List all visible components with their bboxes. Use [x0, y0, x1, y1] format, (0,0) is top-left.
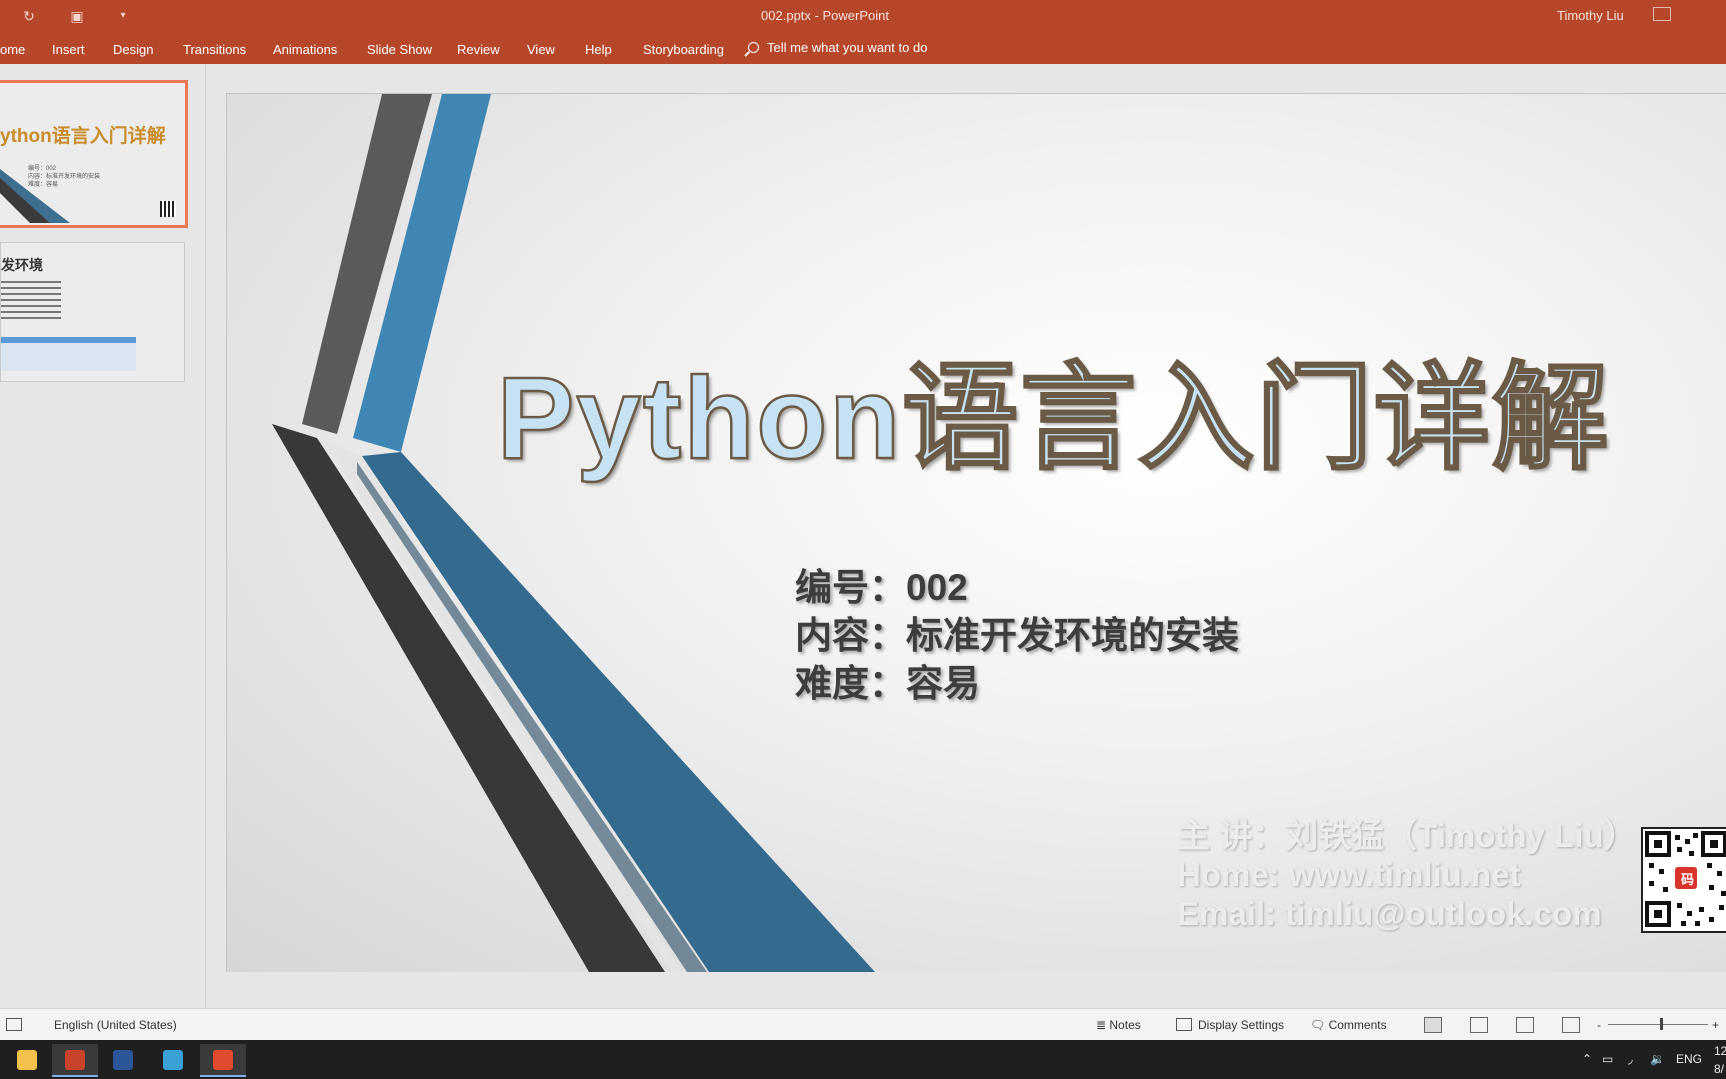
- slide-thumbnails-pane: ython语言入门详解 编号：002 内容：标准开发环境的安装 难度：容易 发环…: [0, 64, 206, 1008]
- volume-icon[interactable]: 🔉: [1650, 1052, 1665, 1066]
- display-settings-button[interactable]: Display Settings: [1176, 1018, 1284, 1032]
- wifi-icon[interactable]: ◞: [1628, 1052, 1633, 1066]
- zoom-in-button[interactable]: +: [1712, 1018, 1719, 1032]
- camtasia-icon: [213, 1050, 233, 1070]
- language-indicator[interactable]: English (United States): [54, 1018, 177, 1032]
- document-title: 002.pptx - PowerPoint: [761, 8, 889, 23]
- notes-label: Notes: [1109, 1018, 1141, 1032]
- buildings-icon: [163, 1050, 183, 1070]
- tab-insert[interactable]: Insert: [52, 42, 85, 57]
- comments-button[interactable]: 🗨 Comments: [1310, 1018, 1387, 1032]
- tab-help[interactable]: Help: [585, 42, 612, 57]
- credit-lecturer: 主 讲：刘铁猛（Timothy Liu）: [1177, 817, 1637, 854]
- taskbar-word[interactable]: [100, 1044, 146, 1077]
- slide-info-block[interactable]: 编号：002 内容：标准开发环境的安装 难度：容易: [795, 564, 1239, 708]
- slide-title[interactable]: Python语言入门详解: [496, 324, 1610, 492]
- thumb1-title: ython语言入门详解: [0, 126, 166, 147]
- tab-storyboarding[interactable]: Storyboarding: [643, 42, 724, 57]
- tell-me-search[interactable]: Tell me what you want to do: [748, 40, 927, 55]
- ribbon-tabs: ome Insert Design Transitions Animations…: [0, 32, 1726, 64]
- slide-sorter-view-icon[interactable]: [1470, 1017, 1488, 1033]
- notes-button[interactable]: ≣ Notes: [1096, 1018, 1141, 1032]
- comment-icon: 🗨: [1310, 1018, 1329, 1032]
- accessibility-icon[interactable]: [6, 1018, 28, 1032]
- tab-review[interactable]: Review: [457, 42, 500, 57]
- slide-show-view-icon[interactable]: [1562, 1017, 1580, 1033]
- clock-time[interactable]: 12: [1714, 1044, 1726, 1058]
- powerpoint-icon: [65, 1050, 85, 1070]
- thumb2-title: 发环境: [1, 257, 43, 273]
- slide-info-difficulty: 难度：容易: [795, 663, 980, 704]
- qr-code-image[interactable]: 码: [1641, 827, 1726, 933]
- tab-home[interactable]: ome: [0, 42, 25, 57]
- taskbar-camtasia[interactable]: [200, 1044, 246, 1077]
- qr-center-label: 码: [1681, 872, 1695, 887]
- slide-thumbnail-2[interactable]: 发环境: [0, 242, 185, 382]
- zoom-slider-track[interactable]: [1608, 1024, 1708, 1025]
- zoom-out-button[interactable]: -: [1597, 1018, 1601, 1032]
- taskbar-app-buildings[interactable]: [150, 1044, 196, 1077]
- ribbon-display-options-icon[interactable]: [1653, 7, 1671, 21]
- search-icon: [748, 42, 759, 53]
- clock-date[interactable]: 8/: [1714, 1062, 1724, 1076]
- word-icon: [113, 1050, 133, 1070]
- user-name[interactable]: Timothy Liu: [1557, 8, 1624, 23]
- tab-slide-show[interactable]: Slide Show: [367, 42, 432, 57]
- tab-transitions[interactable]: Transitions: [183, 42, 246, 57]
- thumb1-qr: [160, 201, 176, 217]
- tray-overflow-icon[interactable]: ⌃: [1582, 1052, 1592, 1066]
- taskbar-file-explorer[interactable]: [4, 1044, 50, 1077]
- display-settings-label: Display Settings: [1198, 1018, 1285, 1032]
- windows-taskbar: ⌃ ▭ ◞ 🔉 ENG 12 8/: [0, 1040, 1726, 1079]
- slide-thumbnail-1[interactable]: ython语言入门详解 编号：002 内容：标准开发环境的安装 难度：容易: [0, 80, 188, 228]
- tab-animations[interactable]: Animations: [273, 42, 337, 57]
- tab-view[interactable]: View: [527, 42, 555, 57]
- thumb1-decoration: [0, 169, 70, 223]
- slide-credits[interactable]: 主 讲：刘铁猛（Timothy Liu） Home: www.timliu.ne…: [1177, 816, 1637, 933]
- slide-info-content: 内容：标准开发环境的安装: [795, 615, 1239, 656]
- input-language[interactable]: ENG: [1676, 1052, 1702, 1066]
- notes-icon: ≣: [1096, 1018, 1110, 1032]
- thumb2-table: [1, 337, 136, 371]
- spellcheck-icon: [6, 1018, 22, 1031]
- zoom-slider-thumb[interactable]: [1660, 1018, 1663, 1030]
- slide-canvas[interactable]: Python语言入门详解 编号：002 内容：标准开发环境的安装 难度：容易 主…: [226, 93, 1726, 972]
- slide-info-number: 编号：002: [795, 567, 968, 608]
- tell-me-label: Tell me what you want to do: [767, 40, 928, 55]
- battery-icon[interactable]: ▭: [1602, 1052, 1613, 1066]
- title-bar: ↻ ▣ ▾ 002.pptx - PowerPoint Timothy Liu: [0, 0, 1726, 32]
- credit-home: Home: www.timliu.net: [1177, 856, 1521, 893]
- tab-design[interactable]: Design: [113, 42, 153, 57]
- credit-email: Email: timliu@outlook.com: [1177, 895, 1602, 932]
- monitor-icon: [1176, 1018, 1192, 1031]
- taskbar-powerpoint[interactable]: [52, 1044, 98, 1077]
- folder-icon: [17, 1050, 37, 1070]
- thumb2-text-lines: [1, 281, 61, 323]
- thumb1-meta-3: 难度：容易: [28, 182, 59, 188]
- normal-view-icon[interactable]: [1424, 1017, 1442, 1033]
- reading-view-icon[interactable]: [1516, 1017, 1534, 1033]
- status-bar: English (United States) ≣ Notes Display …: [0, 1008, 1726, 1041]
- comments-label: Comments: [1328, 1018, 1387, 1032]
